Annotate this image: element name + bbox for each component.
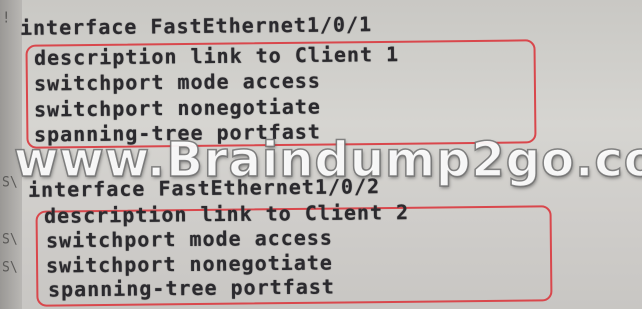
gutter-mark: S\ xyxy=(2,259,18,276)
switchport-nonegotiate-line-1: switchport nonegotiate xyxy=(33,94,322,122)
description-line-2: description link to Client 2 xyxy=(43,200,410,228)
switchport-mode-line-2: switchport mode access xyxy=(45,225,334,253)
terminal-photo: ! S\ S\ S\ interface FastEthernet1/0/1 d… xyxy=(0,0,642,309)
gutter-mark: ! xyxy=(2,9,11,27)
switchport-mode-line-1: switchport mode access xyxy=(33,68,322,96)
watermark: www.Braindump2go.com xyxy=(13,131,642,189)
gutter-mark: S\ xyxy=(2,231,18,248)
spanning-tree-line-2: spanning-tree portfast xyxy=(47,274,336,302)
interface-line-1: interface FastEthernet1/0/1 xyxy=(19,12,373,40)
switchport-nonegotiate-line-2: switchport nonegotiate xyxy=(45,250,334,278)
description-line-1: description link to Client 1 xyxy=(33,42,400,70)
